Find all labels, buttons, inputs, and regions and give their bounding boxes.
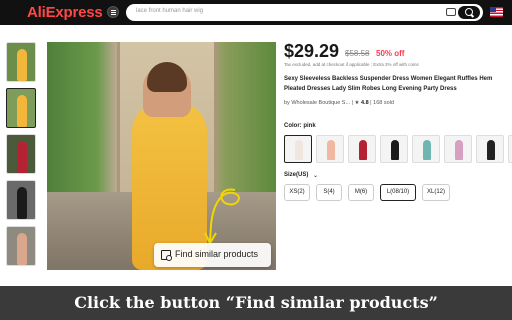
image-search-icon [161, 250, 172, 261]
instruction-text: Click the button “Find similar products” [74, 293, 438, 312]
swatch-dress [391, 140, 399, 160]
thumbnail-2[interactable] [6, 88, 36, 128]
find-similar-label: Find similar products [175, 249, 259, 259]
thumbnail-dress [17, 233, 27, 265]
pointer-arrow-icon [204, 188, 240, 246]
color-swatch-1[interactable] [284, 135, 312, 163]
color-swatch-6[interactable] [444, 135, 472, 163]
discount-badge: 50% off [376, 49, 405, 58]
color-swatch-4[interactable] [380, 135, 408, 163]
size-option-4[interactable]: L(08/10) [380, 184, 416, 201]
top-header: AliExpress lace front human hair wig [0, 0, 512, 25]
thumbnail-dress [17, 95, 27, 127]
color-swatch-7[interactable] [476, 135, 504, 163]
store-prefix: by [284, 100, 290, 106]
thumbnail-4[interactable] [6, 180, 36, 220]
size-option-1[interactable]: XS(2) [284, 184, 310, 201]
us-flag-icon[interactable] [490, 7, 503, 17]
search-icon[interactable] [458, 6, 480, 19]
thumbnail-dress [17, 141, 27, 173]
tax-note: Tax excluded, add at checkout if applica… [284, 62, 419, 67]
color-label: Color: pink [284, 123, 316, 129]
color-swatch-5[interactable] [412, 135, 440, 163]
thumbnail-1[interactable] [6, 42, 36, 82]
camera-icon[interactable] [446, 8, 456, 16]
store-rating: 4.8 [361, 100, 369, 106]
thumbnail-dress [17, 187, 27, 219]
swatch-dress [359, 140, 367, 160]
color-swatch-8[interactable] [508, 135, 512, 163]
product-title: Sexy Sleeveless Backless Suspender Dress… [284, 76, 493, 92]
search-bar[interactable]: lace front human hair wig [126, 4, 483, 21]
store-name[interactable]: Wholesale Boutique S... [291, 100, 350, 106]
color-swatch-2[interactable] [316, 135, 344, 163]
current-price: $29.29 [284, 41, 340, 61]
original-price: $58.58 [345, 49, 370, 58]
instruction-bar: Click the button “Find similar products” [0, 286, 512, 320]
chevron-down-icon[interactable]: ⌄ [313, 172, 318, 179]
search-input[interactable]: lace front human hair wig [136, 8, 203, 14]
menu-icon[interactable] [107, 6, 119, 18]
thumbnail-3[interactable] [6, 134, 36, 174]
sold-count: 168 sold [373, 100, 394, 106]
size-label: Size(US) [284, 172, 309, 178]
store-info: by Wholesale Boutique S... | ★ 4.8 | 168… [284, 100, 394, 106]
swatch-dress [455, 140, 463, 160]
swatch-dress [423, 140, 431, 160]
color-swatch-3[interactable] [348, 135, 376, 163]
find-similar-products-button[interactable]: Find similar products [154, 243, 271, 267]
size-option-3[interactable]: M(6) [348, 184, 374, 201]
size-option-5[interactable]: XL(12) [422, 184, 450, 201]
aliexpress-logo[interactable]: AliExpress [27, 4, 103, 21]
thumbnail-5[interactable] [6, 226, 36, 266]
swatch-dress [295, 140, 303, 160]
swatch-dress [327, 140, 335, 160]
size-option-2[interactable]: S(4) [316, 184, 342, 201]
swatch-dress [487, 140, 495, 160]
thumbnail-dress [17, 49, 27, 81]
